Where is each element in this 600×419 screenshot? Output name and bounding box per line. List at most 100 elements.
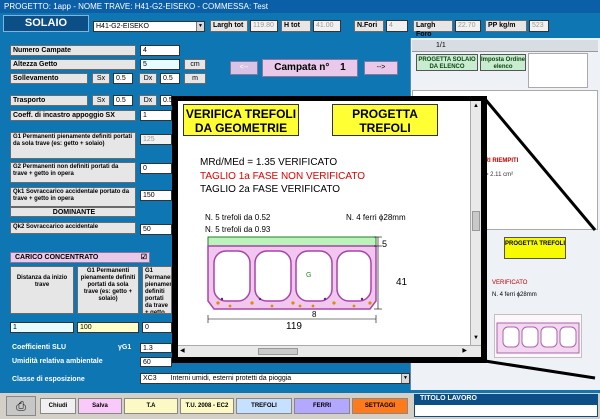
settaggi-button[interactable]: SETTAGGI: [352, 398, 408, 414]
titolo-lavoro-label: TITOLO LAVORO: [414, 394, 598, 404]
campata-label: Campata n°: [274, 62, 330, 73]
hole-2: [254, 250, 292, 302]
altezza-getto-field[interactable]: 5: [140, 59, 180, 70]
g1-concentrato-field[interactable]: 100: [77, 322, 139, 333]
ta-button[interactable]: T.A: [124, 398, 178, 414]
hole-3: [295, 250, 333, 302]
largh-foro-field[interactable]: 22.70: [455, 20, 481, 32]
overlay-horizontal-scrollbar[interactable]: ◀ ▶: [178, 345, 481, 357]
printer-icon[interactable]: ⎙: [6, 396, 36, 416]
ferri-button[interactable]: FERRI: [294, 398, 350, 414]
trasporto-dx-field[interactable]: 0.5: [160, 95, 173, 106]
classe-esposizione-label: Classe di esposizione: [12, 376, 85, 383]
beam-select-value: H41-G2-EISEKO: [96, 23, 149, 30]
coeff-slu-label: Coefficienti SLU: [12, 344, 67, 351]
verifica-trefoli-button[interactable]: VERIFICA TREFOLI DA GEOMETRIE: [183, 104, 299, 136]
imposta-ordine-button[interactable]: Imposta Ordine elenco: [480, 54, 526, 71]
carico-concentrato-header: CARICO CONCENTRATO ☑: [10, 252, 150, 263]
h-tot-field[interactable]: 41.00: [313, 20, 341, 32]
largh-tot-label: Largh tot: [210, 20, 248, 32]
window-title-bar: PROGETTO: 1app - NOME TRAVE: H41-G2-EISE…: [0, 0, 600, 13]
tu-button[interactable]: T.U. 2008 - EC2: [180, 398, 234, 414]
sollevamento-sx-label: Sx: [92, 73, 110, 84]
qk1-label: Qk1 Sovraccarico accidentale portato da …: [10, 187, 136, 207]
solaio-button[interactable]: SOLAIO: [3, 15, 89, 32]
g1-concentrato-short-label: G1 Permanenti pienamente definiti portat…: [142, 266, 172, 314]
hole-1: [213, 250, 251, 302]
gamma-g1-label: γG1: [118, 344, 132, 351]
qk1-field[interactable]: 150: [140, 190, 172, 201]
prev-campata-button[interactable]: <--: [230, 61, 258, 75]
g1-field[interactable]: 125: [140, 134, 172, 145]
classe-value: XC3: [143, 375, 157, 382]
trasporto-dx-label: Dx: [139, 95, 157, 106]
classe-esposizione-select[interactable]: XC3 Interni umidi, esterni protetti da p…: [140, 373, 410, 384]
scroll-up-icon[interactable]: ▲: [472, 103, 480, 111]
pager-text: 1/1: [436, 42, 446, 49]
scroll-thumb[interactable]: [472, 211, 480, 231]
centroid-label: G: [306, 272, 311, 279]
qk2-label: Qk2 Sovraccarico accidentale: [10, 222, 136, 234]
umidita-label: Umidità relativa ambientale: [12, 358, 103, 365]
right-pager-bar: 1/1: [412, 40, 598, 52]
distanza-field[interactable]: 1: [10, 322, 74, 333]
n-fori-field[interactable]: 4: [386, 20, 408, 32]
umidita-field[interactable]: 60: [140, 357, 172, 367]
sollevamento-dx-field[interactable]: 0.5: [160, 73, 180, 84]
numero-campate-field[interactable]: 4: [140, 45, 180, 56]
sollevamento-unit: m: [184, 73, 206, 84]
coeff-incastro-field[interactable]: 1: [140, 110, 172, 121]
next-campata-button[interactable]: -->: [364, 61, 398, 75]
result-taglio-2: TAGLIO 2a FASE VERIFICATO: [200, 184, 341, 195]
trasporto-sx-field[interactable]: 0.5: [113, 95, 133, 106]
trasporto-sx-label: Sx: [92, 95, 110, 106]
dim-width-label: 119: [286, 321, 302, 332]
trefoli-button[interactable]: TREFOLI: [236, 398, 292, 414]
trasporto-label: Trasporto: [10, 95, 88, 106]
scroll-right-icon[interactable]: ▶: [462, 347, 467, 354]
result-mrd: MRd/MEd = 1.35 VERIFICATO: [200, 157, 338, 168]
getto-layer: [207, 236, 377, 247]
altezza-getto-unit: cm: [184, 59, 206, 70]
window-title: PROGETTO: 1app - NOME TRAVE: H41-G2-EISE…: [4, 2, 268, 11]
campata-number: 1: [340, 62, 346, 73]
zoom-connector-lines: [483, 98, 597, 380]
right-thumbnail: [528, 53, 588, 88]
dim-top-label: 5: [382, 239, 387, 249]
sollevamento-sx-field[interactable]: 0.5: [113, 73, 133, 84]
beam-select[interactable]: H41-G2-EISEKO ▼: [93, 21, 205, 32]
chevron-down-icon[interactable]: ▼: [196, 22, 204, 31]
h-tot-label: H tot: [281, 20, 311, 32]
distanza-label: Distanza da inizio trave: [10, 266, 74, 314]
campata-indicator: Campata n° 1: [262, 59, 358, 77]
progetta-elenco-button[interactable]: PROGETTA SOLAIO DA ELENCO: [416, 54, 478, 71]
result-taglio-1: TAGLIO 1a FASE NON VERIFICATO: [200, 171, 366, 182]
salva-button[interactable]: Salva: [78, 398, 122, 414]
scroll-h-thumb[interactable]: [258, 348, 298, 355]
chiudi-button[interactable]: Chiudi: [40, 398, 76, 414]
dominante-label: DOMINANTE: [10, 207, 136, 217]
cross-section-drawing: G 5 41 8 119: [207, 236, 408, 332]
chevron-down-icon[interactable]: ▼: [401, 374, 409, 383]
dim-eight-label: 8: [312, 310, 317, 319]
g2-field[interactable]: 0: [140, 163, 172, 174]
altezza-getto-label: Altezza Getto: [10, 59, 136, 70]
g1-concentrato-label: G1 Permanenti pienamente definiti portat…: [77, 266, 139, 314]
progetta-trefoli-button[interactable]: PROGETTA TREFOLI: [332, 104, 438, 136]
pp-field[interactable]: 523: [529, 20, 549, 32]
largh-tot-field[interactable]: 119.80: [250, 20, 278, 32]
g1-label: G1 Permanenti pienamente definiti portat…: [10, 132, 136, 159]
g1-concentrato-field-2[interactable]: 0: [142, 322, 172, 333]
scroll-left-icon[interactable]: ◀: [180, 347, 185, 354]
sollevamento-dx-label: Dx: [139, 73, 157, 84]
carico-concentrato-label: CARICO CONCENTRATO: [15, 254, 99, 261]
pp-label: PP kg/m: [485, 20, 527, 32]
carico-checkbox[interactable]: ☑: [141, 253, 147, 262]
n-fori-label: N.Fori: [354, 20, 384, 32]
qk2-field[interactable]: 50: [140, 224, 172, 235]
titolo-lavoro-field[interactable]: [414, 404, 598, 417]
classe-desc: Interni umidi, esterni protetti da piogg…: [170, 375, 292, 382]
scroll-down-icon[interactable]: ▼: [472, 335, 480, 343]
coeff-incastro-label: Coeff. di incastro appoggio SX: [10, 110, 136, 121]
gamma-g1-field[interactable]: 1.3: [140, 343, 172, 353]
